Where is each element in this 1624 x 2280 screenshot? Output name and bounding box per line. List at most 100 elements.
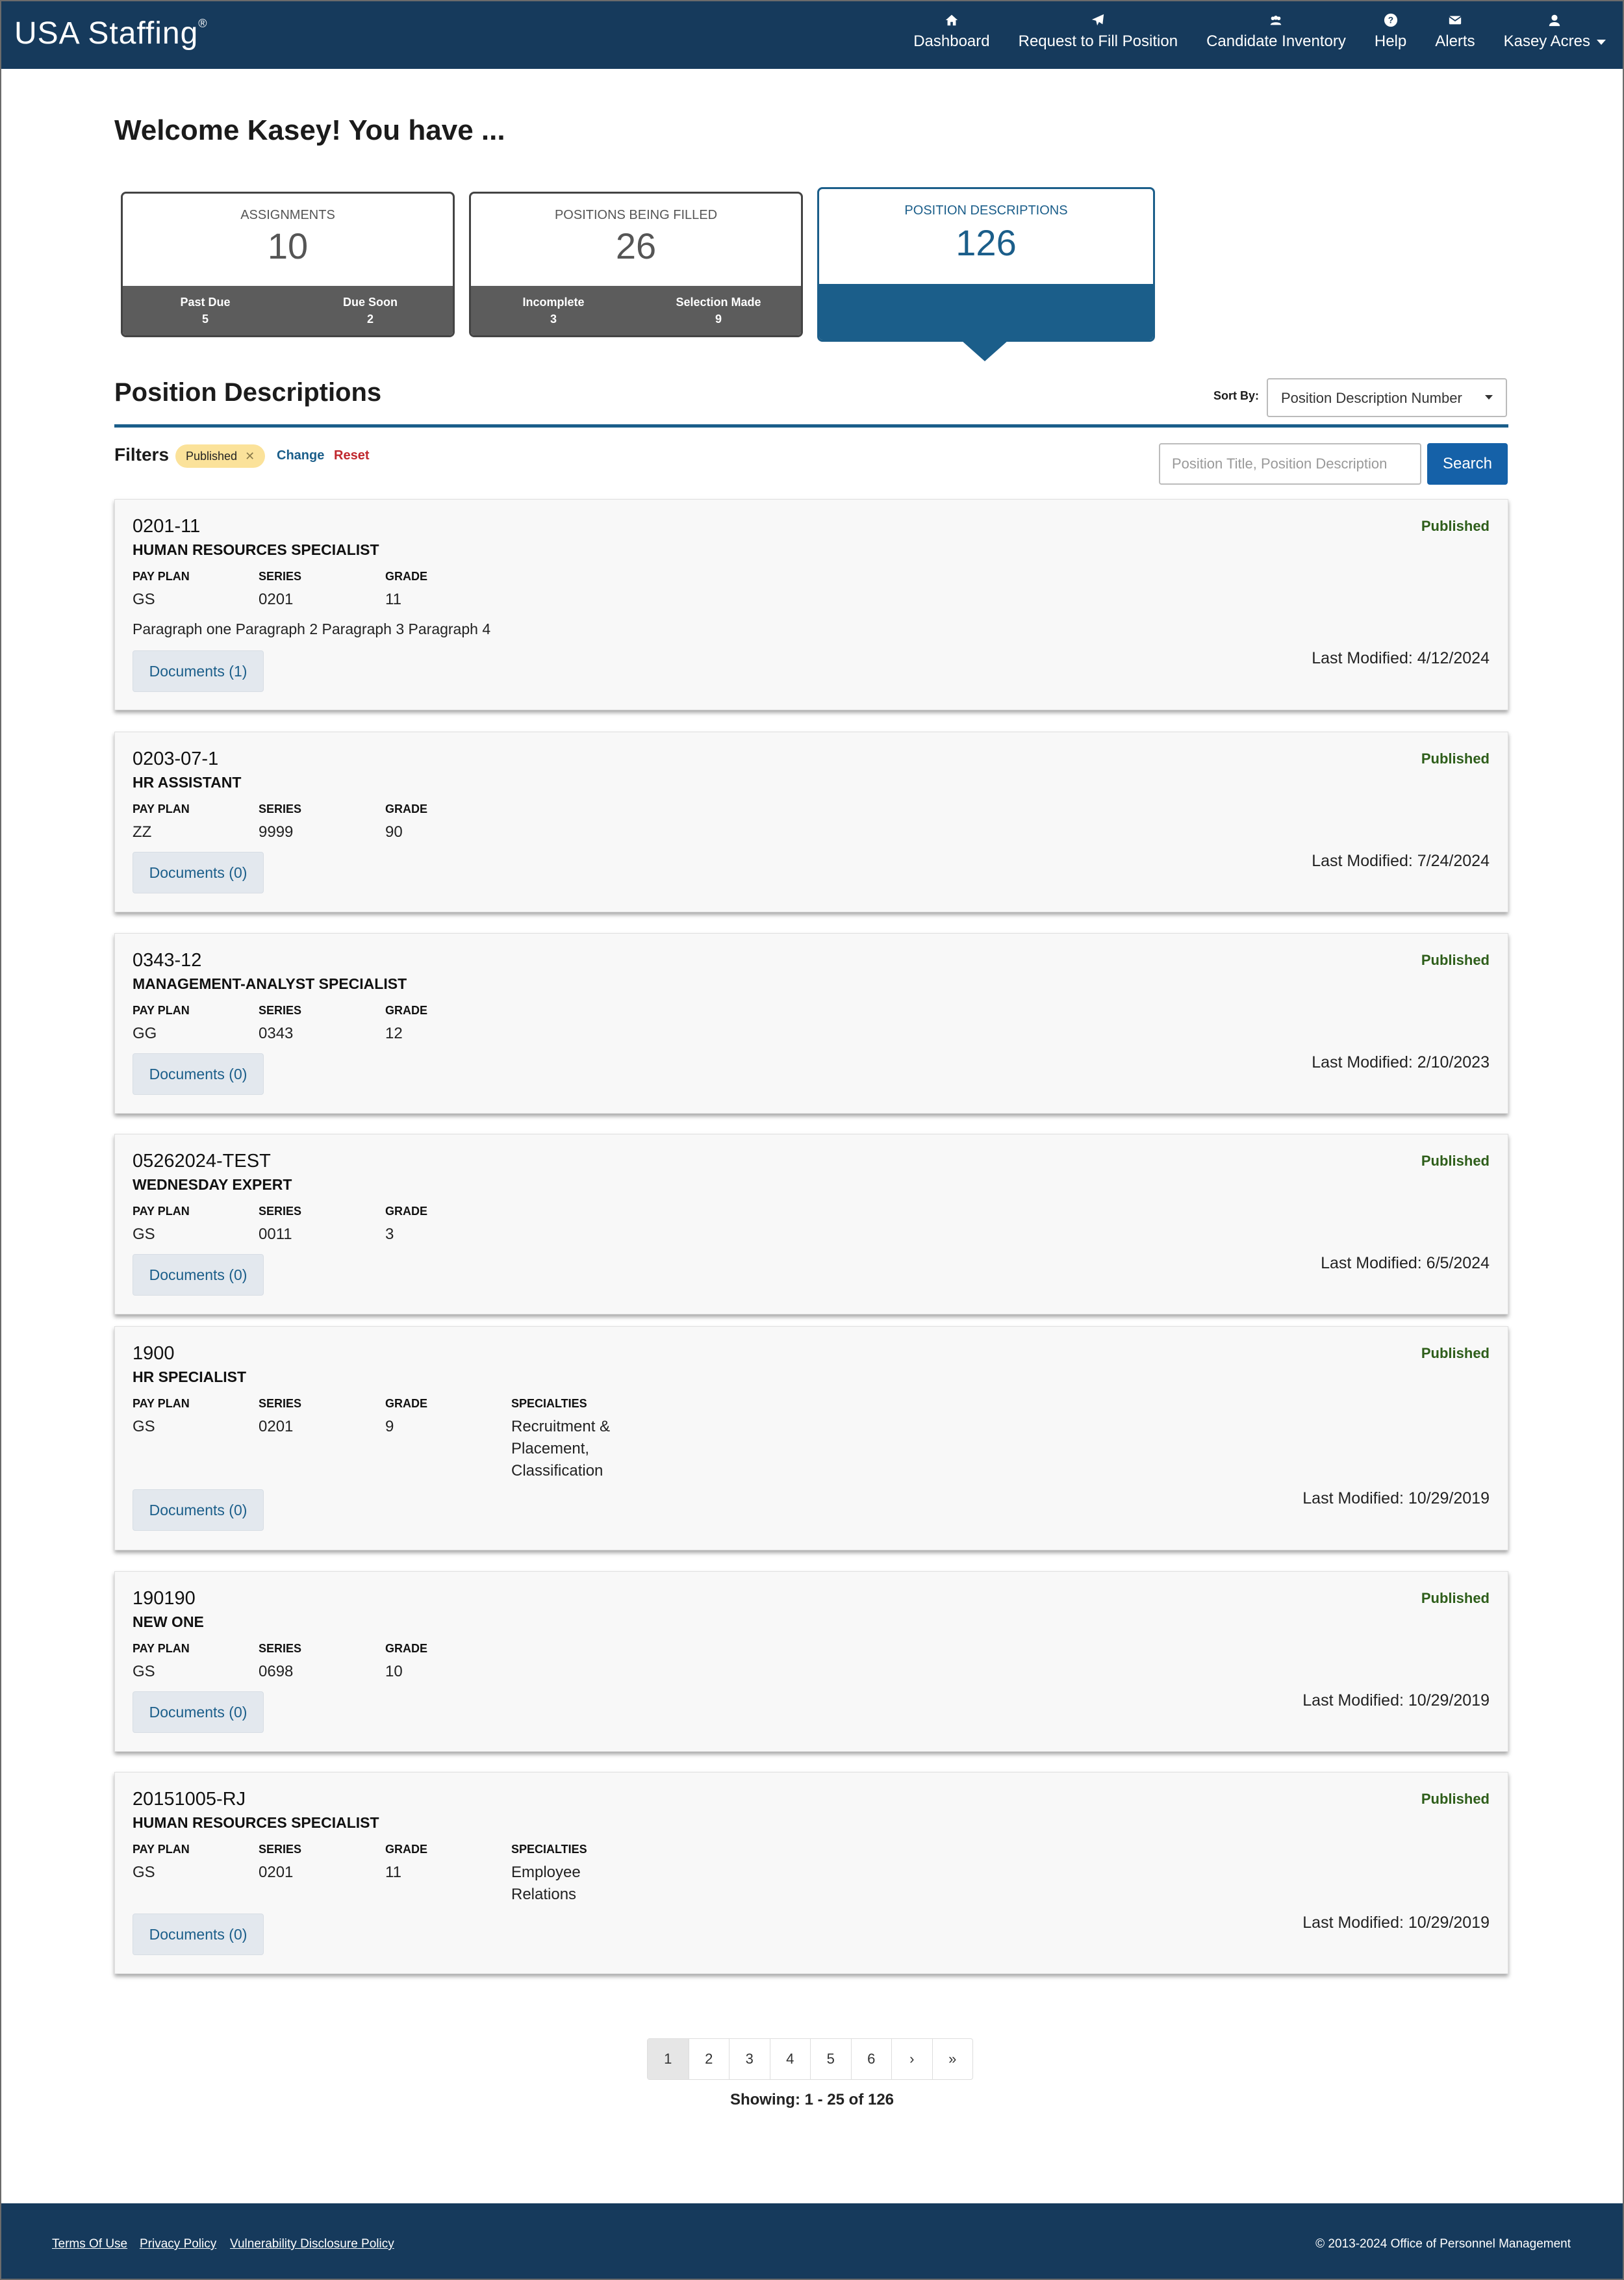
- close-icon[interactable]: ✕: [245, 450, 255, 463]
- specialties-field: SPECIALTIES Employee Relations: [511, 1843, 587, 1903]
- status-badge: Published: [1421, 518, 1490, 534]
- page-5[interactable]: 5: [810, 2039, 851, 2079]
- documents-button[interactable]: Documents (0): [133, 1691, 264, 1733]
- position-number[interactable]: 0203-07-1: [133, 749, 218, 770]
- card-footer: [819, 284, 1153, 340]
- terms-of-use-link[interactable]: Terms Of Use: [52, 2237, 127, 2251]
- last-modified: Last Modified: 6/5/2024: [1321, 1254, 1490, 1272]
- last-page-icon[interactable]: »: [932, 2039, 973, 2079]
- sort-by-select[interactable]: Position Description Number: [1267, 378, 1507, 417]
- grade-field: GRADE 12: [385, 1004, 428, 1042]
- welcome-heading: Welcome Kasey! You have ...: [114, 114, 505, 146]
- filters-label: Filters: [114, 444, 170, 465]
- status-badge: Published: [1421, 1153, 1490, 1169]
- main-nav: Dashboard Request to Fill Position Candi…: [885, 13, 1606, 51]
- position-card[interactable]: 0203-07-1 HR ASSISTANT Published PAY PLA…: [114, 732, 1508, 912]
- status-badge: Published: [1421, 1345, 1490, 1361]
- documents-button[interactable]: Documents (1): [133, 650, 264, 692]
- paper-plane-icon: [1092, 14, 1104, 26]
- nav-help[interactable]: ? Help: [1375, 13, 1406, 51]
- documents-button[interactable]: Documents (0): [133, 1914, 264, 1955]
- positions-being-filled-card[interactable]: POSITIONS BEING FILLED 26 Incomplete 3 Se…: [469, 192, 803, 337]
- position-descriptions-card[interactable]: POSITION DESCRIPTIONS 126: [817, 187, 1155, 342]
- position-title: HR ASSISTANT: [133, 774, 242, 791]
- last-modified: Last Modified: 4/12/2024: [1312, 649, 1490, 667]
- grade-field: GRADE 11: [385, 570, 428, 608]
- due-soon-stat[interactable]: Due Soon 2: [288, 286, 453, 335]
- status-badge: Published: [1421, 952, 1490, 968]
- past-due-stat[interactable]: Past Due 5: [123, 286, 288, 335]
- documents-button[interactable]: Documents (0): [133, 852, 264, 893]
- position-number[interactable]: 1900: [133, 1343, 175, 1364]
- position-number[interactable]: 0201-11: [133, 516, 200, 537]
- position-number[interactable]: 05262024-TEST: [133, 1151, 271, 1172]
- series-field: SERIES 0201: [259, 1397, 302, 1435]
- series-field: SERIES 0011: [259, 1205, 302, 1243]
- pagination: 1 2 3 4 5 6 › »: [647, 2038, 973, 2080]
- series-field: SERIES 0201: [259, 1843, 302, 1881]
- documents-button[interactable]: Documents (0): [133, 1254, 264, 1296]
- series-field: SERIES 9999: [259, 802, 302, 841]
- nav-user-menu[interactable]: Kasey Acres: [1504, 13, 1606, 51]
- last-modified: Last Modified: 2/10/2023: [1312, 1053, 1490, 1071]
- page-2[interactable]: 2: [688, 2039, 730, 2079]
- position-card[interactable]: 05262024-TEST WEDNESDAY EXPERT Published…: [114, 1134, 1508, 1314]
- card-count: 26: [615, 225, 657, 266]
- position-card[interactable]: 20151005-RJ HUMAN RESOURCES SPECIALIST P…: [114, 1772, 1508, 1974]
- nav-candidate-inventory[interactable]: Candidate Inventory: [1206, 13, 1346, 51]
- page-1[interactable]: 1: [648, 2039, 689, 2079]
- results-count: Showing: 1 - 25 of 126: [730, 2091, 894, 2108]
- assignments-card[interactable]: ASSIGNMENTS 10 Past Due 5 Due Soon 2: [121, 192, 455, 337]
- svg-text:?: ?: [1388, 16, 1393, 25]
- last-modified: Last Modified: 7/24/2024: [1312, 852, 1490, 870]
- filter-chip-published[interactable]: Published ✕: [175, 444, 266, 468]
- envelope-icon: [1449, 16, 1462, 25]
- page-4[interactable]: 4: [769, 2039, 811, 2079]
- nav-dashboard[interactable]: Dashboard: [913, 13, 990, 51]
- reset-filters-link[interactable]: Reset: [334, 448, 369, 463]
- change-filters-link[interactable]: Change: [277, 448, 324, 463]
- section-title: Position Descriptions: [114, 378, 382, 407]
- page-3[interactable]: 3: [729, 2039, 770, 2079]
- next-page-icon[interactable]: ›: [891, 2039, 932, 2079]
- nav-label: Candidate Inventory: [1206, 32, 1346, 50]
- status-badge: Published: [1421, 1590, 1490, 1606]
- page-6[interactable]: 6: [850, 2039, 892, 2079]
- search-button[interactable]: Search: [1427, 443, 1508, 485]
- last-modified: Last Modified: 10/29/2019: [1302, 1914, 1490, 1932]
- position-number[interactable]: 0343-12: [133, 950, 201, 971]
- documents-button[interactable]: Documents (0): [133, 1053, 264, 1095]
- nav-label: Alerts: [1435, 32, 1475, 50]
- card-title: POSITION DESCRIPTIONS: [904, 203, 1068, 218]
- position-card[interactable]: 0201-11 HUMAN RESOURCES SPECIALIST Publi…: [114, 499, 1508, 710]
- series-field: SERIES 0201: [259, 570, 302, 608]
- selection-made-stat[interactable]: Selection Made 9: [636, 286, 801, 335]
- position-card[interactable]: 190190 NEW ONE Published PAY PLAN GS SERI…: [114, 1571, 1508, 1752]
- pay-plan-field: PAY PLAN GS: [133, 1843, 190, 1881]
- card-count: 126: [956, 222, 1017, 263]
- position-title: HUMAN RESOURCES SPECIALIST: [133, 1814, 379, 1831]
- card-title: ASSIGNMENTS: [240, 208, 335, 222]
- position-card[interactable]: 1900 HR SPECIALIST Published PAY PLAN GS …: [114, 1326, 1508, 1550]
- pay-plan-field: PAY PLAN GG: [133, 1004, 190, 1042]
- position-number[interactable]: 190190: [133, 1588, 196, 1609]
- incomplete-stat[interactable]: Incomplete 3: [471, 286, 636, 335]
- pay-plan-field: PAY PLAN GS: [133, 570, 190, 608]
- grade-field: GRADE 90: [385, 802, 428, 841]
- position-title: NEW ONE: [133, 1613, 204, 1630]
- position-number[interactable]: 20151005-RJ: [133, 1789, 246, 1810]
- nav-request-to-fill-position[interactable]: Request to Fill Position: [1019, 13, 1178, 51]
- grade-field: GRADE 10: [385, 1642, 428, 1680]
- documents-button[interactable]: Documents (0): [133, 1489, 264, 1531]
- search-input[interactable]: [1159, 443, 1421, 485]
- users-icon: [1271, 16, 1282, 25]
- position-card[interactable]: 0343-12 MANAGEMENT-ANALYST SPECIALIST Pu…: [114, 933, 1508, 1114]
- status-badge: Published: [1421, 1791, 1490, 1807]
- nav-alerts[interactable]: Alerts: [1435, 13, 1475, 51]
- usa-staffing-logo[interactable]: USA Staffing®: [14, 16, 208, 51]
- specialties-field: SPECIALTIES Recruitment & Placement, Class…: [511, 1397, 611, 1479]
- vulnerability-disclosure-link[interactable]: Vulnerability Disclosure Policy: [230, 2237, 394, 2251]
- grade-field: GRADE 11: [385, 1843, 428, 1881]
- privacy-policy-link[interactable]: Privacy Policy: [140, 2237, 216, 2251]
- card-count: 10: [267, 225, 309, 266]
